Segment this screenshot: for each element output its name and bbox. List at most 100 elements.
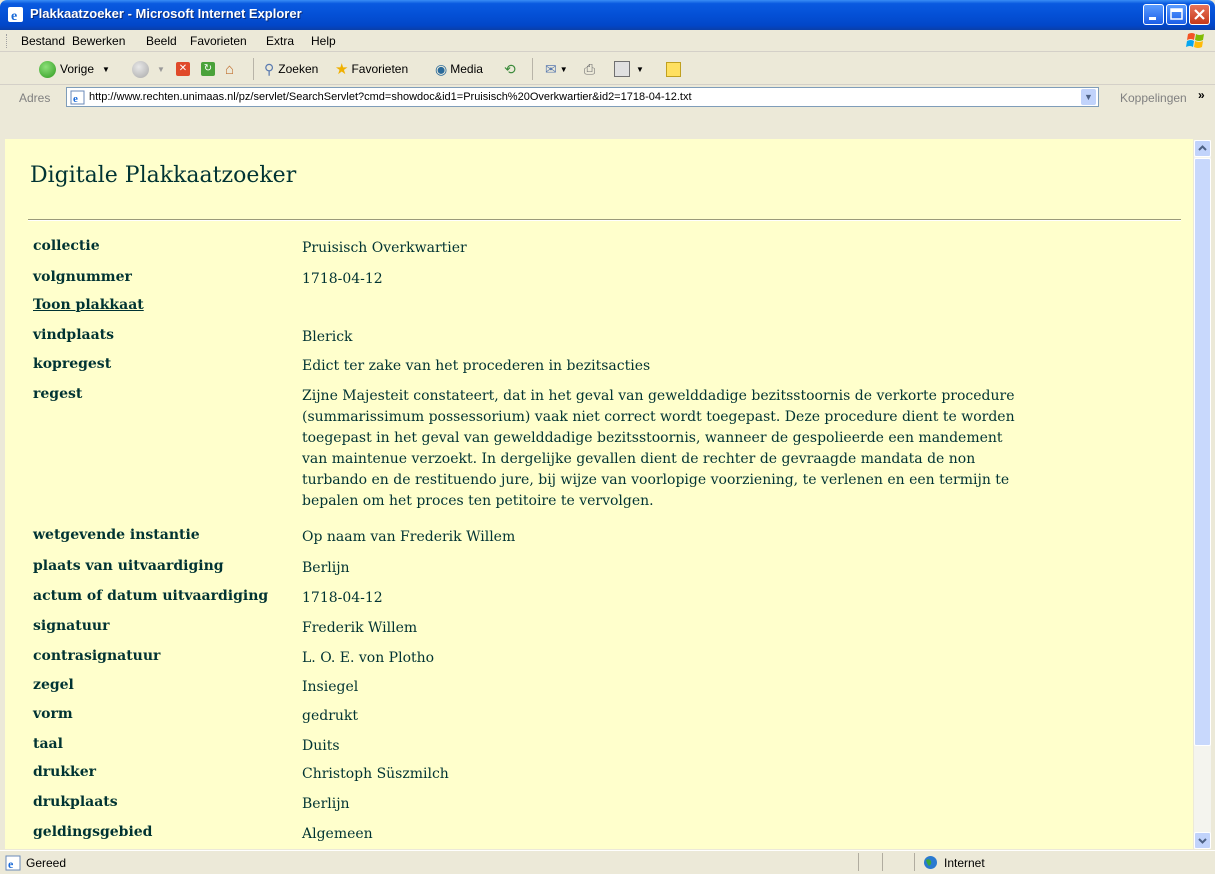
menu-bewerken[interactable]: Bewerken (72, 34, 125, 48)
menu-favorieten[interactable]: Favorieten (190, 34, 247, 48)
toolbar: Vorige ▼ ▼ ✕ ↻ ⌂ ⚲ Zoeken ★ Favorieten ◉… (0, 52, 1215, 110)
home-button[interactable]: ⌂ (225, 60, 234, 78)
field-label: taal (33, 736, 63, 752)
mail-icon: ✉ (545, 60, 557, 77)
scroll-thumb[interactable] (1194, 158, 1211, 746)
links-label[interactable]: Koppelingen (1120, 91, 1187, 105)
page-icon: e (70, 90, 85, 105)
field-value: Algemeen (302, 826, 373, 842)
menu-extra[interactable]: Extra (266, 34, 294, 48)
page-icon: e (5, 855, 21, 871)
maximize-icon (1170, 8, 1183, 20)
address-dropdown-button[interactable]: ▼ (1081, 89, 1096, 105)
field-value: 1718-04-12 (302, 271, 383, 287)
note-icon (666, 61, 681, 77)
stop-icon: ✕ (176, 62, 190, 76)
field-label: zegel (33, 677, 74, 693)
chevron-down-icon[interactable]: ▼ (560, 65, 568, 74)
home-icon: ⌂ (225, 60, 235, 78)
page-content: Digitale Plakkaatzoeker collectie Pruisi… (5, 139, 1193, 849)
field-label: drukplaats (33, 794, 118, 810)
print-button[interactable]: ⎙ (584, 60, 595, 78)
field-label: collectie (33, 238, 100, 254)
security-zone-label: Internet (944, 856, 985, 870)
field-value: gedrukt (302, 708, 359, 724)
chevron-down-icon[interactable]: ▼ (157, 65, 165, 74)
svg-text:e: e (73, 93, 78, 105)
field-value: Edict ter zake van het procederen in bez… (302, 358, 651, 374)
field-value: Berlijn (302, 560, 350, 576)
forward-button[interactable]: ▼ (132, 60, 165, 78)
field-label: kopregest (33, 356, 112, 372)
toolbar-separator (253, 58, 254, 80)
chevron-right-icon[interactable]: » (1198, 88, 1205, 102)
media-label: Media (450, 62, 483, 76)
refresh-icon: ↻ (201, 62, 215, 76)
field-label: vorm (33, 706, 73, 722)
edit-icon (614, 61, 630, 77)
field-label: regest (33, 386, 83, 402)
back-button[interactable]: Vorige ▼ (39, 60, 110, 78)
messenger-button[interactable] (666, 60, 681, 78)
field-label: wetgevende instantie (33, 527, 200, 543)
field-value: Christoph Süszmilch (302, 766, 449, 782)
window-title: Plakkaatzoeker - Microsoft Internet Expl… (30, 6, 302, 21)
stop-button[interactable]: ✕ (176, 60, 190, 78)
toolbar-grip[interactable] (6, 34, 9, 48)
scroll-down-button[interactable] (1194, 832, 1211, 849)
scroll-up-button[interactable] (1194, 140, 1211, 157)
close-button[interactable] (1189, 4, 1210, 25)
field-value: Frederik Willem (302, 620, 418, 636)
field-label: drukker (33, 764, 97, 780)
toolbar-separator (532, 58, 533, 80)
media-button[interactable]: ◉ Media (435, 60, 483, 78)
address-bar: Adres e http://www.rechten.unimaas.nl/pz… (0, 85, 1215, 110)
page-title: Digitale Plakkaatzoeker (30, 163, 297, 188)
svg-text:e: e (8, 857, 14, 871)
refresh-button[interactable]: ↻ (201, 60, 215, 78)
back-label: Vorige (60, 62, 95, 76)
field-value: Duits (302, 738, 340, 754)
favorites-button[interactable]: ★ Favorieten (335, 60, 408, 78)
edit-button[interactable]: ▼ (614, 60, 644, 78)
menu-bestand[interactable]: Bestand (21, 34, 65, 48)
address-label: Adres (19, 91, 51, 105)
star-icon: ★ (335, 61, 349, 78)
history-button[interactable]: ⟲ (504, 60, 516, 78)
field-label: actum of datum uitvaardiging (33, 588, 269, 604)
windows-logo-icon (1186, 33, 1204, 48)
back-arrow-icon (39, 60, 56, 78)
menu-beeld[interactable]: Beeld (146, 34, 177, 48)
globe-icon (924, 856, 937, 869)
maximize-button[interactable] (1166, 4, 1187, 25)
search-button[interactable]: ⚲ Zoeken (264, 60, 318, 78)
print-icon: ⎙ (584, 60, 596, 77)
field-value: Blerick (302, 329, 353, 345)
mail-button[interactable]: ✉ ▼ (545, 60, 568, 78)
status-bar: e Gereed Internet (0, 850, 1215, 874)
show-poster-link[interactable]: Toon plakkaat (33, 297, 293, 313)
minimize-icon (1149, 17, 1156, 20)
field-value: L. O. E. von Plotho (302, 650, 435, 666)
field-label: signatuur (33, 618, 110, 634)
minimize-button[interactable] (1143, 4, 1164, 25)
title-bar[interactable]: e Plakkaatzoeker - Microsoft Internet Ex… (0, 0, 1215, 30)
history-icon: ⟲ (504, 60, 516, 77)
close-icon (1194, 9, 1205, 20)
field-value: Insiegel (302, 679, 359, 695)
standard-buttons-toolbar: Vorige ▼ ▼ ✕ ↻ ⌂ ⚲ Zoeken ★ Favorieten ◉… (0, 52, 1215, 85)
field-value: Zijne Majesteit constateert, dat in het … (302, 388, 1015, 509)
field-label: contrasignatuur (33, 648, 161, 664)
vertical-scrollbar[interactable] (1194, 140, 1211, 849)
status-pane-divider (882, 853, 883, 871)
menu-help[interactable]: Help (311, 34, 336, 48)
field-label: geldingsgebied (33, 824, 153, 840)
forward-arrow-icon (132, 60, 149, 78)
address-input[interactable]: e http://www.rechten.unimaas.nl/pz/servl… (66, 87, 1099, 107)
chevron-down-icon[interactable]: ▼ (102, 65, 110, 74)
address-url: http://www.rechten.unimaas.nl/pz/servlet… (89, 91, 692, 103)
chevron-down-icon[interactable]: ▼ (636, 65, 644, 74)
field-value: Pruisisch Overkwartier (302, 240, 467, 256)
chevron-up-icon (1198, 145, 1207, 151)
menu-bar: Bestand Bewerken Beeld Favorieten Extra … (0, 30, 1215, 52)
